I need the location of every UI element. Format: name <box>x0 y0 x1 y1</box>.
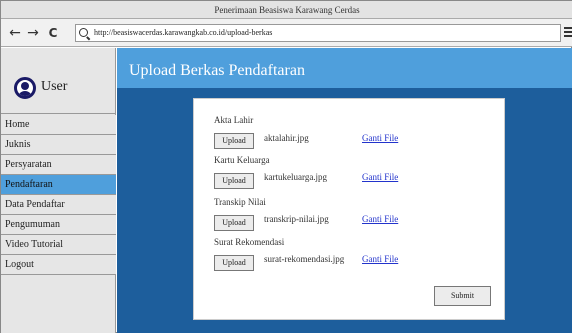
sidebar-item-persyaratan[interactable]: Persyaratan <box>1 155 116 175</box>
upload-button-akta-lahir[interactable]: Upload <box>214 133 254 149</box>
change-file-link-transkip-nilai[interactable]: Ganti File <box>362 214 398 224</box>
page-title: Upload Berkas Pendaftaran <box>129 62 305 79</box>
upload-button-kartu-keluarga[interactable]: Upload <box>214 173 254 189</box>
user-avatar-icon <box>14 77 36 99</box>
sidebar: User Home Juknis Persyaratan Pendaftaran… <box>1 48 116 333</box>
hamburger-menu-icon[interactable] <box>564 27 572 39</box>
change-file-link-kartu-keluarga[interactable]: Ganti File <box>362 172 398 182</box>
sidebar-nav: Home Juknis Persyaratan Pendaftaran Data… <box>1 115 116 275</box>
change-file-link-surat-rekomendasi[interactable]: Ganti File <box>362 254 398 264</box>
sidebar-item-home[interactable]: Home <box>1 115 116 135</box>
field-label-kartu-keluarga: Kartu Keluarga <box>214 155 270 165</box>
sidebar-item-data-pendaftar[interactable]: Data Pendaftar <box>1 195 116 215</box>
forward-icon[interactable]: → <box>25 23 41 43</box>
upload-button-transkip-nilai[interactable]: Upload <box>214 215 254 231</box>
sidebar-item-logout[interactable]: Logout <box>1 255 116 275</box>
field-label-akta-lahir: Akta Lahir <box>214 115 254 125</box>
refresh-icon[interactable]: C <box>45 23 61 43</box>
url-input[interactable]: http://beasiswacerdas.karawangkab.co.id/… <box>75 24 561 42</box>
field-label-transkip-nilai: Transkip Nilai <box>214 197 266 207</box>
address-bar: ← → C http://beasiswacerdas.karawangkab.… <box>1 19 572 47</box>
sidebar-item-pengumuman[interactable]: Pengumuman <box>1 215 116 235</box>
upload-form: Akta Lahir Upload aktalahir.jpg Ganti Fi… <box>193 98 505 320</box>
window-title: Penerimaan Beasiswa Karawang Cerdas <box>1 1 572 19</box>
upload-button-surat-rekomendasi[interactable]: Upload <box>214 255 254 271</box>
file-name-surat-rekomendasi: surat-rekomendasi.jpg <box>264 254 345 264</box>
user-label: User <box>41 79 68 94</box>
file-name-transkip-nilai: transkrip-nilai.jpg <box>264 214 329 224</box>
submit-button[interactable]: Submit <box>434 286 491 306</box>
file-name-kartu-keluarga: kartukeluarga.jpg <box>264 172 328 182</box>
url-text: http://beasiswacerdas.karawangkab.co.id/… <box>94 28 273 37</box>
file-name-akta-lahir: aktalahir.jpg <box>264 133 309 143</box>
main-content: Upload Berkas Pendaftaran Akta Lahir Upl… <box>117 48 572 333</box>
search-icon <box>79 28 88 37</box>
page-header: Upload Berkas Pendaftaran <box>117 48 572 88</box>
browser-window: Penerimaan Beasiswa Karawang Cerdas ← → … <box>0 0 572 333</box>
sidebar-item-pendaftaran[interactable]: Pendaftaran <box>1 175 116 195</box>
user-panel: User <box>1 48 116 114</box>
sidebar-item-video-tutorial[interactable]: Video Tutorial <box>1 235 116 255</box>
back-icon[interactable]: ← <box>7 23 23 43</box>
field-label-surat-rekomendasi: Surat Rekomendasi <box>214 237 285 247</box>
sidebar-item-juknis[interactable]: Juknis <box>1 135 116 155</box>
change-file-link-akta-lahir[interactable]: Ganti File <box>362 133 398 143</box>
